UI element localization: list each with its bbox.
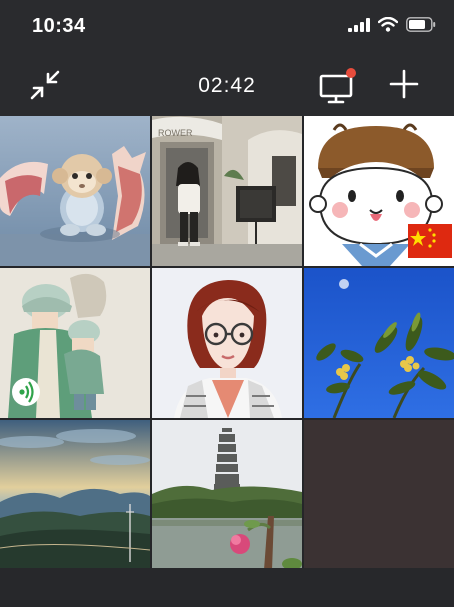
participant-tile-landscape[interactable]: [0, 420, 150, 570]
cafe-photo-image: ROWER: [152, 116, 302, 266]
cartoon-boy-image: [304, 116, 454, 266]
participant-tile-parent-child[interactable]: [0, 268, 150, 418]
participant-tile-pagoda[interactable]: [152, 420, 302, 570]
empty-tile: [304, 420, 454, 570]
participant-tile-cartoon-boy[interactable]: [304, 116, 454, 266]
participant-tile-cafe[interactable]: ROWER: [152, 116, 302, 266]
bottom-strip: [0, 568, 454, 607]
parent-child-image: [0, 268, 150, 418]
battery-icon: [406, 17, 436, 37]
pagoda-lake-image: [152, 420, 302, 570]
signal-icon: [348, 17, 370, 37]
status-time: 10:34: [32, 15, 86, 37]
sound-badge: [12, 378, 40, 406]
status-bar: 10:34: [0, 0, 454, 56]
plus-icon: [389, 69, 419, 104]
participant-grid: ROWER: [0, 116, 454, 570]
participant-tile-monkey[interactable]: [0, 116, 150, 266]
notification-dot: [346, 68, 356, 78]
participant-tile-cartoon-woman[interactable]: [152, 268, 302, 418]
status-icons: [348, 16, 436, 37]
wifi-icon: [377, 16, 399, 37]
monkey-avatar-image: [0, 116, 150, 266]
flowers-sky-image: [304, 268, 454, 418]
add-button[interactable]: [386, 68, 422, 104]
landscape-image: [0, 420, 150, 570]
screen-share-button[interactable]: [318, 68, 358, 104]
call-toolbar: 02:42: [0, 56, 454, 116]
screen-share-icon: [318, 68, 358, 108]
cafe-sign-text: ROWER: [158, 128, 193, 138]
participant-tile-flowers[interactable]: [304, 268, 454, 418]
cartoon-woman-image: [152, 268, 302, 418]
